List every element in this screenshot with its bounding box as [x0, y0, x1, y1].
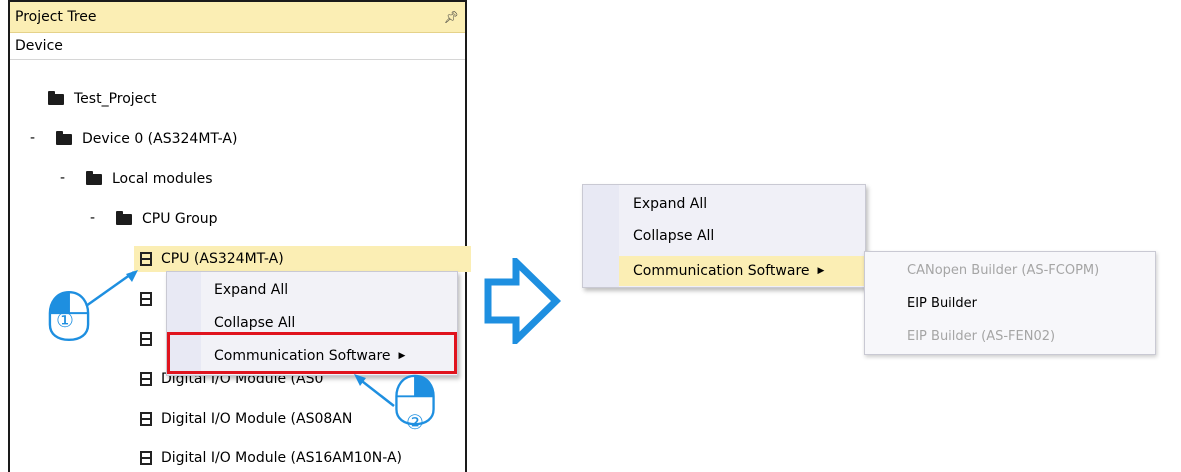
- menu-gutter: [583, 185, 619, 287]
- tree-item-label: Test_Project: [74, 91, 157, 107]
- step-two-marker: ②: [406, 410, 424, 434]
- context-menu-expanded: Expand All Collapse All Communication So…: [582, 184, 866, 288]
- menu-item-label: Collapse All: [214, 315, 296, 331]
- menu-item-expand-all[interactable]: Expand All: [633, 192, 707, 216]
- communication-submenu: CANopen Builder (AS-FCOPM) EIP Builder E…: [864, 251, 1156, 355]
- device-tab[interactable]: Device: [10, 33, 465, 60]
- submenu-arrow-icon: ▶: [817, 266, 825, 276]
- tree-item-device-0[interactable]: Device 0 (AS324MT-A): [56, 126, 237, 152]
- tree-item-label: CPU (AS324MT-A): [161, 251, 284, 267]
- tree-item-label: Digital I/O Module (AS08AN: [161, 411, 353, 427]
- pin-icon[interactable]: 📌︎: [444, 10, 459, 24]
- module-icon: [140, 372, 152, 386]
- module-icon: [140, 451, 152, 465]
- module-icon: [140, 332, 152, 346]
- tree-item-test-project[interactable]: Test_Project: [48, 86, 156, 112]
- tree-item-cpu-group[interactable]: CPU Group: [116, 206, 218, 232]
- tree-item-cpu[interactable]: CPU (AS324MT-A): [134, 246, 471, 272]
- highlight-box: [167, 332, 457, 374]
- menu-item-label: Expand All: [633, 196, 708, 212]
- menu-item-label: Expand All: [214, 282, 289, 298]
- panel-title: Project Tree: [15, 9, 97, 25]
- module-icon: [140, 252, 152, 266]
- tree-item-label: Device 0 (AS324MT-A): [82, 131, 238, 147]
- submenu-item-eip-builder-fen02[interactable]: EIP Builder (AS-FEN02): [907, 329, 1055, 344]
- tree-item-label: Local modules: [112, 171, 213, 187]
- device-label: Device: [15, 38, 63, 54]
- menu-item-expand-all[interactable]: Expand All: [214, 278, 288, 302]
- collapse-toggle[interactable]: -: [30, 130, 35, 146]
- folder-icon: [116, 210, 132, 225]
- folder-icon: [48, 90, 64, 105]
- module-icon: [140, 412, 152, 426]
- menu-item-label: Communication Software: [633, 263, 810, 279]
- collapse-toggle[interactable]: -: [90, 210, 95, 226]
- submenu-item-eip-builder[interactable]: EIP Builder: [907, 296, 977, 311]
- step-one-marker: ①: [56, 308, 74, 332]
- pointer-line-icon: [85, 270, 138, 308]
- tree-item-module[interactable]: Digital I/O Module (AS08AN: [140, 406, 352, 432]
- panel-title-bar: Project Tree 📌︎: [10, 2, 465, 33]
- tree-item-label: CPU Group: [142, 211, 218, 227]
- pointer-line-icon: [354, 374, 395, 407]
- tree-item-module[interactable]: [140, 326, 161, 352]
- folder-icon: [56, 130, 72, 145]
- submenu-item-canopen-builder[interactable]: CANopen Builder (AS-FCOPM): [907, 263, 1099, 278]
- menu-item-label: Collapse All: [633, 228, 715, 244]
- folder-icon: [86, 170, 102, 185]
- collapse-toggle[interactable]: -: [60, 170, 65, 186]
- tree-item-local-modules[interactable]: Local modules: [86, 166, 213, 192]
- menu-item-communication-software[interactable]: Communication Software ▶: [619, 256, 865, 286]
- tree-item-module[interactable]: [140, 286, 161, 312]
- tree-item-label: Digital I/O Module (AS16AM10N-A): [161, 450, 402, 466]
- right-arrow-icon: [484, 258, 562, 344]
- menu-item-collapse-all[interactable]: Collapse All: [633, 224, 714, 248]
- tree-item-module[interactable]: Digital I/O Module (AS16AM10N-A): [140, 445, 402, 471]
